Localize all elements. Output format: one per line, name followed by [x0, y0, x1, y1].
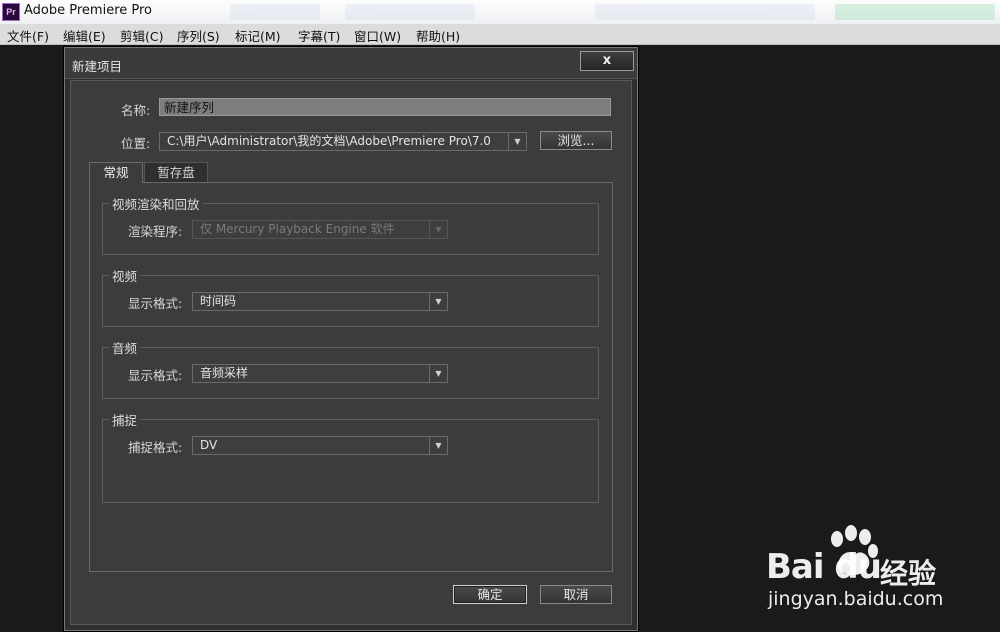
menu-title[interactable]: 字幕(T): [298, 26, 340, 45]
dialog-body: 名称: 新建序列 位置: C:\用户\Administrator\我的文档\Ad…: [70, 80, 632, 625]
capture-group-title: 捕捉: [109, 410, 141, 429]
tab-scratch-disks[interactable]: 暂存盘: [144, 162, 208, 183]
audio-display-format-dropdown[interactable]: 音频采样 ▼: [192, 364, 448, 383]
background-browser-tabs: [230, 2, 1000, 22]
tab-general[interactable]: 常规: [89, 162, 143, 183]
new-project-dialog: 新建项目 x 名称: 新建序列 位置: C:\用户\Administrator\…: [64, 47, 638, 631]
location-label: 位置:: [121, 136, 151, 151]
chevron-down-icon: ▼: [429, 437, 447, 454]
capture-format-dropdown[interactable]: DV ▼: [192, 436, 448, 455]
capture-format-value: DV: [200, 438, 218, 452]
video-rendering-group: 视频渲染和回放 渲染程序: 仅 Mercury Playback Engine …: [102, 194, 599, 255]
video-group-title: 视频: [109, 266, 141, 285]
menu-clip[interactable]: 剪辑(C): [120, 26, 163, 45]
renderer-dropdown: 仅 Mercury Playback Engine 软件 ▼: [192, 220, 448, 239]
menu-window[interactable]: 窗口(W): [354, 26, 401, 45]
watermark-url: jingyan.baidu.com: [768, 588, 944, 610]
app-title: Adobe Premiere Pro: [24, 3, 153, 18]
video-display-format-value: 时间码: [200, 294, 237, 308]
audio-display-format-value: 音频采样: [200, 366, 249, 380]
window-title-bar: Pr Adobe Premiere Pro: [0, 0, 1000, 25]
audio-display-format-label: 显示格式:: [128, 368, 183, 383]
close-button[interactable]: x: [580, 51, 634, 71]
capture-group: 捕捉 捕捉格式: DV ▼: [102, 410, 599, 503]
video-group: 视频 显示格式: 时间码 ▼: [102, 266, 599, 327]
menu-help[interactable]: 帮助(H): [416, 26, 460, 45]
browse-button[interactable]: 浏览...: [540, 131, 612, 150]
audio-group: 音频 显示格式: 音频采样 ▼: [102, 338, 599, 399]
dialog-title-bar: 新建项目 x: [65, 48, 637, 79]
chevron-down-icon: ▼: [429, 293, 447, 310]
renderer-value: 仅 Mercury Playback Engine 软件: [200, 222, 395, 236]
chevron-down-icon: ▼: [508, 133, 526, 150]
menu-sequence[interactable]: 序列(S): [177, 26, 220, 45]
capture-format-label: 捕捉格式:: [128, 440, 183, 455]
watermark-brand-cn: 经验: [880, 557, 937, 590]
video-display-format-label: 显示格式:: [128, 296, 183, 311]
name-label: 名称:: [121, 103, 151, 118]
location-value: C:\用户\Administrator\我的文档\Adobe\Premiere …: [167, 134, 491, 148]
video-rendering-title: 视频渲染和回放: [109, 194, 203, 213]
chevron-down-icon: ▼: [429, 365, 447, 382]
cancel-button[interactable]: 取消: [540, 585, 612, 604]
premiere-logo-icon: Pr: [2, 3, 20, 21]
renderer-label: 渲染程序:: [128, 224, 183, 239]
name-field[interactable]: 新建序列: [159, 98, 611, 116]
location-dropdown[interactable]: C:\用户\Administrator\我的文档\Adobe\Premiere …: [159, 132, 527, 151]
menu-marker[interactable]: 标记(M): [235, 26, 281, 45]
dialog-title: 新建项目: [72, 59, 123, 74]
menu-edit[interactable]: 编辑(E): [63, 26, 106, 45]
menu-bar: 文件(F) 编辑(E) 剪辑(C) 序列(S) 标记(M) 字幕(T) 窗口(W…: [0, 24, 1000, 45]
general-tab-panel: 视频渲染和回放 渲染程序: 仅 Mercury Playback Engine …: [89, 182, 613, 572]
ok-button[interactable]: 确定: [453, 585, 527, 604]
watermark-brand: Bai du: [766, 547, 882, 587]
menu-file[interactable]: 文件(F): [7, 26, 49, 45]
chevron-down-icon: ▼: [429, 221, 447, 238]
video-display-format-dropdown[interactable]: 时间码 ▼: [192, 292, 448, 311]
audio-group-title: 音频: [109, 338, 141, 357]
